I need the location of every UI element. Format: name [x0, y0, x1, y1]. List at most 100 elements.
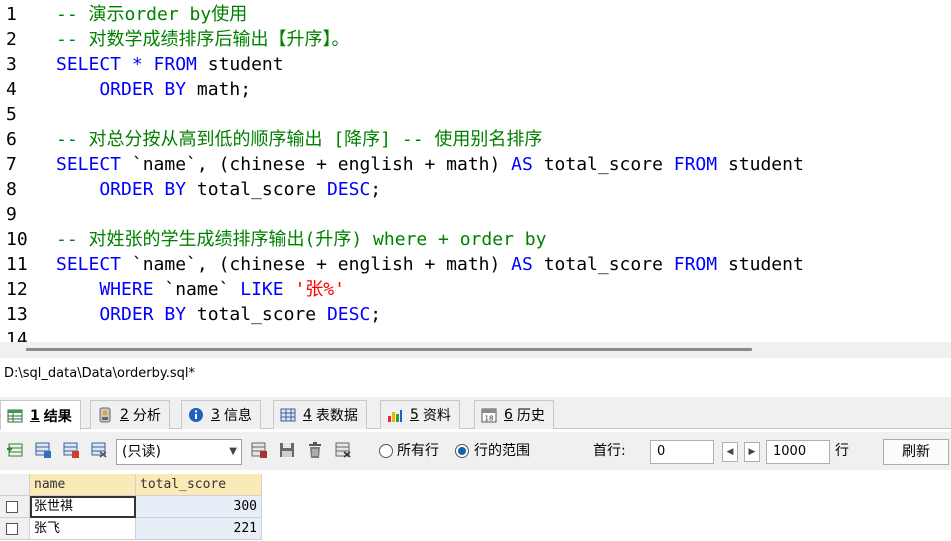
code-token-keyword: ORDER BY	[56, 304, 187, 325]
code-line[interactable]: 14	[0, 327, 951, 342]
first-row-label: 首行:	[593, 443, 626, 459]
line-number: 11	[6, 254, 28, 275]
code-token-comment: -- 对总分按从高到低的顺序输出 [降序] -- 使用别名排序	[56, 129, 543, 150]
refresh-button[interactable]: 刷新	[883, 439, 949, 465]
row-range-radio[interactable]	[455, 444, 469, 458]
column-header-total-score[interactable]: total_score	[136, 474, 262, 496]
code-line[interactable]: 13 ORDER BY total_score DESC;	[0, 302, 951, 327]
tab-profiler[interactable]: 2 分析	[90, 400, 170, 429]
code-token-keyword: DESC	[326, 304, 371, 325]
checkbox[interactable]	[6, 501, 18, 513]
line-number: 13	[6, 304, 28, 325]
code-token-comment: -- 演示order by使用	[56, 4, 248, 25]
insert-row-icon[interactable]	[6, 441, 24, 459]
tab-table-data[interactable]: 4 表数据	[273, 400, 367, 429]
tab-messages[interactable]: 3 信息	[181, 400, 261, 429]
line-number: 7	[6, 154, 17, 175]
code-token-keyword: SELECT	[56, 154, 122, 175]
row-count-input[interactable]: 1000	[766, 440, 830, 464]
svg-text:18: 18	[485, 415, 494, 423]
clear-grid-icon[interactable]	[334, 441, 352, 459]
all-rows-radio[interactable]	[379, 444, 393, 458]
table-cell-total-score[interactable]: 300	[136, 496, 262, 518]
table-cell-total-score[interactable]: 221	[136, 518, 262, 540]
code-line[interactable]: 5	[0, 102, 951, 127]
code-token-plain: student	[717, 154, 804, 175]
tab-label: 结果	[43, 408, 72, 425]
result-grid-icon	[7, 408, 23, 424]
sql-editor[interactable]: 1 -- 演示order by使用 2 -- 对数学成绩排序后输出【升序】。 3 SELE…	[0, 0, 951, 342]
table-cell-name[interactable]: 张飞	[30, 518, 136, 540]
tab-label: 资料	[422, 408, 451, 424]
code-line[interactable]: 9	[0, 202, 951, 227]
chevron-down-icon: ▼	[229, 446, 237, 457]
result-tab-bar: 1 结果 2 分析 3 信息 4 表数据 5 资料 18 6 历史	[0, 397, 951, 430]
code-line[interactable]: 10 -- 对姓张的学生成绩排序输出(升序) where + order by	[0, 227, 951, 252]
scrollbar-thumb[interactable]	[26, 348, 752, 351]
result-grid[interactable]: name total_score 张世祺 300 张飞 221	[0, 474, 951, 541]
save-disk-icon[interactable]	[278, 441, 296, 459]
code-text[interactable]: SELECT `name`, (chinese + english + math…	[56, 252, 804, 277]
line-number: 9	[6, 204, 17, 225]
history-calendar-icon: 18	[481, 407, 497, 423]
readonly-select[interactable]: (只读) ▼	[116, 439, 242, 465]
code-text[interactable]: ORDER BY math;	[56, 77, 251, 102]
previous-page-button[interactable]: ◀	[722, 442, 738, 462]
code-line[interactable]: 12 WHERE `name` LIKE '张%'	[0, 277, 951, 302]
code-token-keyword: FROM	[673, 254, 718, 275]
trash-icon[interactable]	[306, 441, 324, 459]
tab-results[interactable]: 1 结果	[0, 400, 81, 430]
code-text[interactable]: ORDER BY total_score DESC;	[56, 302, 381, 327]
table-cell-name[interactable]: 张世祺	[30, 496, 136, 518]
code-token-plain: student	[717, 254, 804, 275]
code-line[interactable]: 11 SELECT `name`, (chinese + english + ma…	[0, 252, 951, 277]
code-text[interactable]: -- 演示order by使用	[56, 2, 247, 27]
file-path: D:\sql_data\Data\orderby.sql*	[0, 363, 951, 385]
code-line[interactable]: 3 SELECT * FROM student	[0, 52, 951, 77]
code-token-keyword: DESC	[326, 179, 371, 200]
code-text[interactable]: SELECT `name`, (chinese + english + math…	[56, 152, 804, 177]
code-line[interactable]: 6 -- 对总分按从高到低的顺序输出 [降序] -- 使用别名排序	[0, 127, 951, 152]
tab-number: 4	[303, 407, 312, 423]
first-row-input[interactable]: 0	[650, 440, 714, 464]
code-text[interactable]: -- 对总分按从高到低的顺序输出 [降序] -- 使用别名排序	[56, 127, 542, 152]
next-page-button[interactable]: ▶	[744, 442, 760, 462]
tab-label: 历史	[516, 408, 545, 424]
column-header-name[interactable]: name	[30, 474, 136, 496]
code-line[interactable]: 1 -- 演示order by使用	[0, 2, 951, 27]
code-text[interactable]: WHERE `name` LIKE '张%'	[56, 277, 345, 302]
code-text[interactable]: -- 对姓张的学生成绩排序输出(升序) where + order by	[56, 227, 546, 252]
line-number: 2	[6, 29, 17, 50]
code-token-plain: `name`, (chinese + english + math)	[121, 254, 512, 275]
row-select-checkbox[interactable]	[0, 496, 30, 518]
code-line[interactable]: 2 -- 对数学成绩排序后输出【升序】。	[0, 27, 951, 52]
code-token-string: '张%'	[294, 279, 345, 300]
cancel-changes-icon[interactable]	[90, 441, 108, 459]
line-number: 12	[6, 279, 28, 300]
code-text[interactable]: ORDER BY total_score DESC;	[56, 177, 381, 202]
save-rows-icon[interactable]	[34, 441, 52, 459]
code-line[interactable]: 7 SELECT `name`, (chinese + english + mat…	[0, 152, 951, 177]
code-line[interactable]: 8 ORDER BY total_score DESC;	[0, 177, 951, 202]
tab-number: 5	[410, 407, 419, 423]
code-token-plain: total_score	[186, 304, 327, 325]
info-chart-icon	[387, 407, 403, 423]
checkbox[interactable]	[6, 523, 18, 535]
tab-info[interactable]: 5 资料	[380, 400, 460, 429]
tab-number: 3	[211, 407, 220, 423]
grid-corner[interactable]	[0, 474, 30, 496]
delete-rows-icon[interactable]	[62, 441, 80, 459]
line-number: 4	[6, 79, 17, 100]
editor-horizontal-scrollbar[interactable]	[0, 342, 951, 358]
code-text[interactable]: -- 对数学成绩排序后输出【升序】。	[56, 27, 350, 52]
line-number: 14	[6, 329, 28, 342]
row-select-checkbox[interactable]	[0, 518, 30, 540]
code-token-plain: ;	[370, 304, 382, 325]
all-rows-label: 所有行	[397, 443, 439, 459]
code-text[interactable]: SELECT * FROM student	[56, 52, 284, 77]
code-line[interactable]: 4 ORDER BY math;	[0, 77, 951, 102]
export-icon[interactable]	[250, 441, 268, 459]
code-token-keyword: WHERE	[56, 279, 154, 300]
tab-history[interactable]: 18 6 历史	[474, 400, 554, 429]
code-token-keyword: LIKE	[240, 279, 284, 300]
